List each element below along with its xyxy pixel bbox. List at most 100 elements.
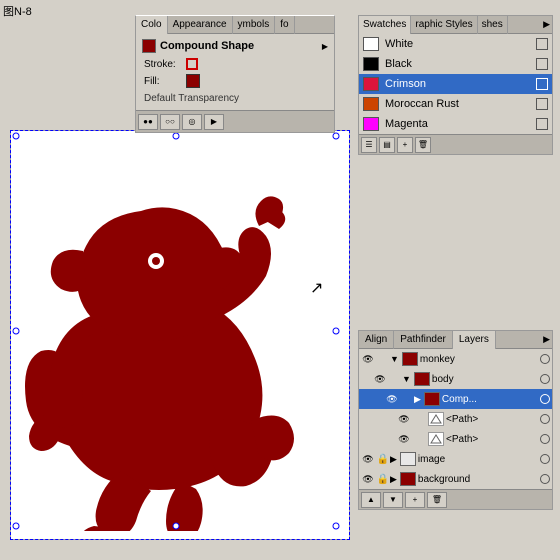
expand-arrow: ▶	[322, 42, 328, 51]
layer-background[interactable]: 👁 🔒 ▶ background	[359, 469, 552, 489]
thumb-path1	[428, 412, 444, 426]
layer-path1[interactable]: 👁 <Path>	[359, 409, 552, 429]
expand-monkey[interactable]: ▼	[390, 354, 399, 364]
stroke-icon[interactable]	[186, 58, 198, 70]
swatch-moroccan-color	[363, 97, 379, 111]
lock-background[interactable]: 🔒	[376, 472, 390, 486]
swatch-black-color	[363, 57, 379, 71]
tb-btn-3[interactable]: ◎	[182, 114, 202, 130]
layer-path2[interactable]: 👁 <Path>	[359, 429, 552, 449]
expand-comp[interactable]: ▶	[414, 394, 421, 405]
ly-tb-3[interactable]: +	[405, 492, 425, 508]
tab-fo[interactable]: fo	[275, 16, 294, 34]
tab-appearance[interactable]: Appearance	[168, 16, 233, 34]
circle-path2[interactable]	[540, 434, 550, 444]
sw-tb-4[interactable]: 🗑	[415, 137, 431, 153]
tab-layers[interactable]: Layers	[453, 331, 496, 349]
layer-image[interactable]: 👁 🔒 ▶ image	[359, 449, 552, 469]
ly-tb-1[interactable]: ▲	[361, 492, 381, 508]
thumb-comp	[424, 392, 440, 406]
swatch-white-icon	[536, 38, 548, 50]
circle-image[interactable]	[540, 454, 550, 464]
tab-symbols[interactable]: ymbols	[233, 16, 276, 34]
lock-path1[interactable]	[412, 412, 426, 426]
sw-tb-2[interactable]: ▤	[379, 137, 395, 153]
eye-icon-image[interactable]: 👁	[361, 452, 375, 466]
fig-label: 图N-8	[3, 3, 32, 19]
tb-btn-4[interactable]: ▶	[204, 114, 224, 130]
tab-align[interactable]: Align	[359, 331, 394, 349]
sw-tb-3[interactable]: +	[397, 137, 413, 153]
eye-icon-path2[interactable]: 👁	[397, 432, 411, 446]
compound-shape-label: Compound Shape	[160, 40, 254, 52]
eye-icon-path1[interactable]: 👁	[397, 412, 411, 426]
swatches-menu-btn[interactable]: ▶	[541, 19, 552, 30]
tb-btn-1[interactable]: ●●	[138, 114, 158, 130]
stroke-label: Stroke:	[144, 59, 184, 70]
layer-body[interactable]: 👁 ▼ body	[359, 369, 552, 389]
layers-bottom-toolbar: ▲ ▼ + 🗑	[359, 489, 552, 509]
tab-swatches[interactable]: Swatches	[359, 16, 411, 34]
swatch-black[interactable]: Black	[359, 54, 552, 74]
circle-comp[interactable]	[540, 394, 550, 404]
circle-background[interactable]	[540, 474, 550, 484]
lock-body[interactable]	[388, 372, 402, 386]
swatch-moroccan[interactable]: Moroccan Rust	[359, 94, 552, 114]
swatch-magenta-name: Magenta	[385, 118, 536, 130]
sw-tb-1[interactable]: ☰	[361, 137, 377, 153]
ly-tb-2[interactable]: ▼	[383, 492, 403, 508]
expand-background[interactable]: ▶	[390, 474, 397, 485]
lock-comp[interactable]	[400, 392, 414, 406]
swatch-moroccan-icon	[536, 98, 548, 110]
circle-monkey[interactable]	[540, 354, 550, 364]
monkey-svg	[11, 131, 341, 531]
thumb-body	[414, 372, 430, 386]
swatch-magenta-color	[363, 117, 379, 131]
tb-btn-2[interactable]: ○○	[160, 114, 180, 130]
tab-pathfinder[interactable]: Pathfinder	[394, 331, 453, 349]
swatch-white-name: White	[385, 38, 536, 50]
eye-icon-comp[interactable]: 👁	[385, 392, 399, 406]
expand-body[interactable]: ▼	[402, 374, 411, 384]
tab-color[interactable]: Colo	[136, 16, 168, 34]
layer-background-name: background	[418, 474, 538, 485]
fill-label: Fill:	[144, 76, 184, 87]
layers-panel: Align Pathfinder Layers ▶ 👁 ▼ monkey 👁 ▼	[358, 330, 553, 510]
circle-body[interactable]	[540, 374, 550, 384]
tab-brushes[interactable]: shes	[478, 16, 508, 34]
appearance-tabs: Colo Appearance ymbols fo	[136, 16, 334, 34]
eye-icon-monkey[interactable]: 👁	[361, 352, 375, 366]
layer-image-name: image	[418, 454, 538, 465]
eye-icon-body[interactable]: 👁	[373, 372, 387, 386]
layers-tabs: Align Pathfinder Layers ▶	[359, 331, 552, 349]
layer-comp[interactable]: 👁 ▶ Comp...	[359, 389, 552, 409]
layer-body-name: body	[432, 374, 538, 385]
eye-icon-background[interactable]: 👁	[361, 472, 375, 486]
lock-path2[interactable]	[412, 432, 426, 446]
expand-image[interactable]: ▶	[390, 454, 397, 465]
swatch-crimson-name: Crimson	[385, 78, 536, 90]
lock-monkey[interactable]	[376, 352, 390, 366]
swatch-magenta[interactable]: Magenta	[359, 114, 552, 134]
lock-image[interactable]: 🔒	[376, 452, 390, 466]
fill-color-box[interactable]	[186, 74, 200, 88]
default-transparency: Default Transparency	[140, 91, 330, 106]
swatches-toolbar: ☰ ▤ + 🗑	[359, 134, 552, 154]
swatch-crimson-color	[363, 77, 379, 91]
tab-graphic-styles[interactable]: raphic Styles	[411, 16, 477, 34]
swatch-moroccan-name: Moroccan Rust	[385, 98, 536, 110]
layer-path1-name: <Path>	[446, 414, 538, 425]
layer-monkey[interactable]: 👁 ▼ monkey	[359, 349, 552, 369]
swatch-white[interactable]: White	[359, 34, 552, 54]
ly-tb-4[interactable]: 🗑	[427, 492, 447, 508]
appearance-content: Compound Shape ▶ Stroke: Fill: Default T…	[136, 34, 334, 110]
fill-row: Fill:	[140, 73, 330, 89]
circle-path1[interactable]	[540, 414, 550, 424]
layer-path2-name: <Path>	[446, 434, 538, 445]
layer-comp-name: Comp...	[442, 394, 538, 405]
compound-shape-row: Compound Shape ▶	[140, 38, 330, 54]
swatch-crimson[interactable]: Crimson	[359, 74, 552, 94]
thumb-monkey	[402, 352, 418, 366]
layers-menu-btn[interactable]: ▶	[541, 334, 552, 345]
appearance-panel: Colo Appearance ymbols fo Compound Shape…	[135, 15, 335, 133]
